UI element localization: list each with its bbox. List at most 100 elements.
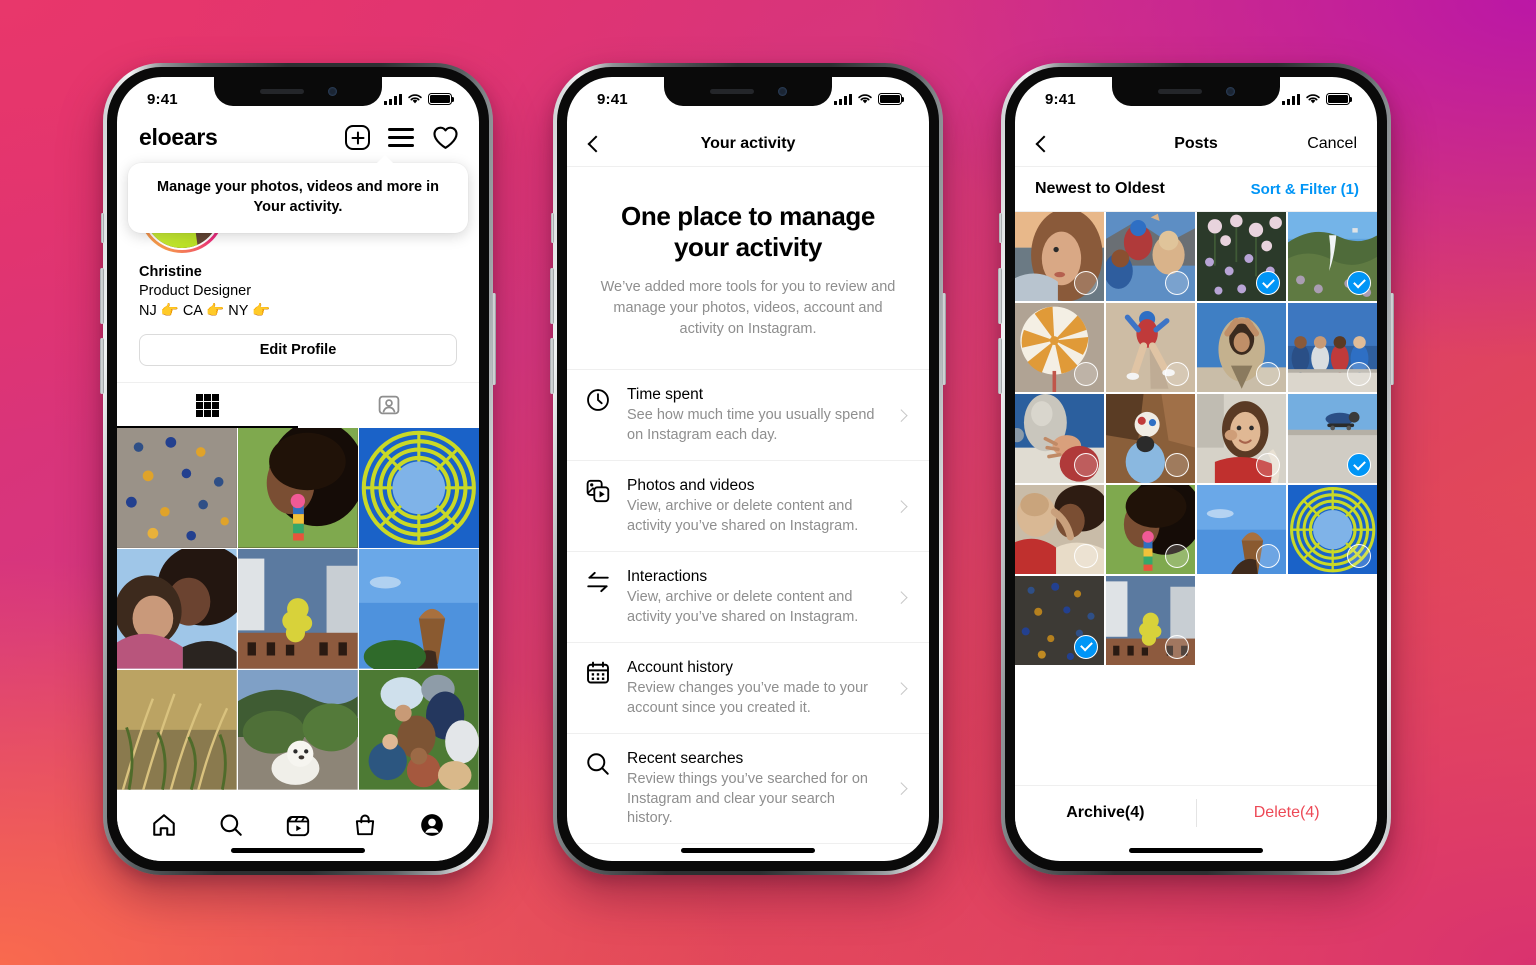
volume-up-button[interactable] — [550, 268, 554, 324]
battery-icon — [878, 93, 905, 105]
post-cell-person-with-balloon-rocks[interactable] — [1105, 393, 1196, 484]
power-button[interactable] — [1390, 293, 1394, 385]
battery-icon — [428, 93, 455, 105]
earpiece-speaker — [259, 89, 304, 94]
home-indicator — [231, 848, 365, 853]
post-cell-tree-between-buildings[interactable] — [1105, 575, 1196, 665]
post-cell-skateboarder-on-ledge[interactable] — [1287, 393, 1377, 484]
calendar-icon — [587, 661, 609, 684]
selection-indicator[interactable] — [1347, 544, 1371, 568]
activity-item-desc: Review things you’ve searched for on Ins… — [627, 771, 868, 826]
profile-tabs — [117, 381, 479, 428]
home-indicator — [681, 848, 815, 853]
activity-item-desc: View, archive or delete content and acti… — [627, 589, 859, 625]
post-cell-woman-hands-on-head-sky[interactable] — [1196, 302, 1287, 393]
hero-subtitle: We’ve added more tools for you to review… — [600, 279, 896, 337]
notch — [214, 77, 382, 106]
grid-photo-golden-grass-field[interactable] — [117, 670, 237, 790]
activity-item-photos-and-videos[interactable]: Photos and videos View, archive or delet… — [567, 461, 929, 552]
phone-profile: 9:41 eloears Manage your photos, videos … — [100, 63, 496, 875]
grid-photo-climbing-wall-holds[interactable] — [117, 427, 237, 548]
volume-up-button[interactable] — [100, 268, 104, 324]
tab-grid[interactable] — [117, 383, 298, 428]
reels-icon[interactable] — [285, 812, 311, 838]
edit-profile-button[interactable]: Edit Profile — [139, 333, 457, 366]
profile-icon[interactable] — [419, 812, 445, 838]
interactions-arrows-icon — [587, 571, 609, 593]
delete-button[interactable]: Delete(4) — [1196, 804, 1377, 822]
post-cell-dancer-on-pavement[interactable] — [1105, 302, 1196, 393]
profile-location: NJ 👉 CA 👉 NY 👉 — [139, 302, 271, 319]
post-cell-couple-embracing[interactable] — [1015, 484, 1105, 574]
grid-photo-yellow-spiral-structure[interactable] — [359, 427, 479, 548]
post-cell-wildflowers-closeup[interactable] — [1196, 212, 1287, 302]
chevron-right-icon — [894, 590, 907, 603]
activity-item-recent-searches[interactable]: Recent searches Review things you’ve sea… — [567, 734, 929, 845]
wifi-icon — [408, 94, 422, 104]
earpiece-speaker — [1157, 89, 1202, 94]
grid-icon — [196, 393, 219, 417]
status-time: 9:41 — [1045, 90, 1076, 108]
chevron-left-icon[interactable] — [587, 135, 605, 152]
grid-photo-tree-between-buildings[interactable] — [238, 549, 358, 669]
home-indicator — [1129, 848, 1263, 853]
mute-switch[interactable] — [101, 213, 104, 243]
chevron-right-icon — [894, 409, 907, 422]
grid-photo-white-dog-on-path[interactable] — [238, 670, 358, 790]
screen-profile: 9:41 eloears Manage your photos, videos … — [117, 77, 479, 861]
wifi-icon — [858, 94, 872, 104]
grid-photo-friends-lying-on-grass[interactable] — [359, 670, 479, 790]
activity-item-time-spent[interactable]: Time spent See how much time you usually… — [567, 370, 929, 462]
sort-and-filter-button[interactable]: Sort & Filter (1) — [1251, 181, 1359, 198]
activity-item-desc: See how much time you usually spend on I… — [627, 407, 875, 443]
chevron-right-icon — [894, 782, 907, 795]
post-cell-ice-cream-cone-sky[interactable] — [1196, 484, 1287, 574]
plus-square-icon[interactable] — [345, 125, 370, 150]
tab-tagged[interactable] — [298, 383, 479, 428]
home-icon[interactable] — [151, 812, 177, 838]
shop-icon[interactable] — [352, 812, 378, 838]
phone-your-activity: 9:41 Your activity One place to manage y… — [550, 63, 946, 875]
post-cell-hand-on-statue[interactable] — [1015, 393, 1105, 484]
post-cell-selfie-windy-hair[interactable] — [1015, 212, 1105, 302]
chevron-right-icon — [894, 500, 907, 513]
power-button[interactable] — [492, 293, 496, 385]
cancel-button[interactable]: Cancel — [1307, 135, 1357, 153]
activity-tooltip[interactable]: Manage your photos, videos and more in Y… — [128, 154, 468, 234]
selection-indicator[interactable] — [1347, 453, 1371, 478]
wifi-icon — [1306, 94, 1320, 104]
grid-photo-two-friends-smiling[interactable] — [117, 549, 237, 669]
power-button[interactable] — [942, 293, 946, 385]
volume-down-button[interactable] — [998, 338, 1002, 394]
post-cell-woman-red-shirt-smiling[interactable] — [1196, 393, 1287, 484]
navigation-bar: Your activity — [567, 121, 929, 167]
post-cell-woman-profile-earring[interactable] — [1105, 484, 1196, 574]
earpiece-speaker — [709, 89, 754, 94]
volume-down-button[interactable] — [550, 338, 554, 394]
grid-photo-woman-profile-earring[interactable] — [238, 427, 358, 548]
volume-up-button[interactable] — [998, 268, 1002, 324]
post-cell-group-sitting-on-wall[interactable] — [1287, 302, 1377, 393]
selection-indicator[interactable] — [1256, 544, 1281, 568]
heart-icon[interactable] — [432, 125, 459, 150]
activity-item-interactions[interactable]: Interactions View, archive or delete con… — [567, 552, 929, 643]
post-cell-climbing-wall-holds[interactable] — [1015, 575, 1105, 665]
selection-indicator[interactable] — [1165, 634, 1190, 659]
hamburger-icon[interactable] — [388, 128, 414, 147]
archive-button[interactable]: Archive(4) — [1015, 804, 1196, 822]
post-cell-friends-cheering-outdoors[interactable] — [1105, 212, 1196, 302]
mute-switch[interactable] — [551, 213, 554, 243]
instagram-header: eloears — [117, 121, 479, 163]
volume-down-button[interactable] — [100, 338, 104, 394]
search-icon[interactable] — [218, 812, 244, 838]
grid-photo-ice-cream-cone-sky[interactable] — [359, 549, 479, 669]
search-icon — [587, 753, 609, 775]
chevron-left-icon[interactable] — [1035, 135, 1053, 152]
profile-bio: Christine Product Designer NJ 👉 CA 👉 NY … — [117, 253, 479, 321]
post-cell-striped-beach-umbrella[interactable] — [1015, 302, 1105, 393]
post-cell-yellow-spiral-structure[interactable] — [1287, 484, 1377, 574]
mute-switch[interactable] — [999, 213, 1002, 243]
post-cell-hillside-waterfall[interactable] — [1287, 212, 1377, 302]
status-time: 9:41 — [147, 90, 178, 108]
activity-item-account-history[interactable]: Account history Review changes you’ve ma… — [567, 643, 929, 734]
